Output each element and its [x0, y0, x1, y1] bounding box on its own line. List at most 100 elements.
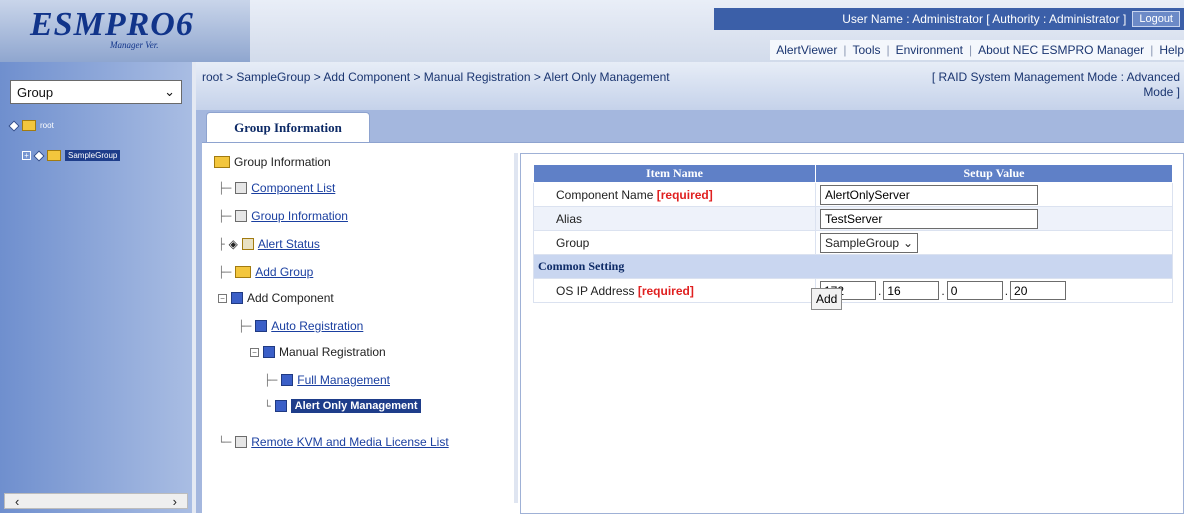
splitter[interactable]: [514, 153, 518, 503]
nav-group-information[interactable]: ├─ Group Information: [218, 209, 348, 223]
os-ip-cell: . . .: [815, 278, 1173, 303]
folder-icon: [22, 120, 36, 131]
tab-group-information[interactable]: Group Information: [206, 112, 370, 142]
group-select-dropdown[interactable]: SampleGroup ⌄: [820, 232, 919, 253]
component-name-cell: [815, 182, 1173, 207]
status-diamond-icon: ◈: [228, 237, 238, 251]
raid-mode-line2: Mode ]: [1143, 85, 1180, 99]
nav-group-information-link[interactable]: Group Information: [251, 209, 348, 223]
top-menu: AlertViewer | Tools | Environment | Abou…: [770, 40, 1184, 60]
nav-root[interactable]: Group Information: [214, 155, 331, 169]
nav-remote-kvm-link[interactable]: Remote KVM and Media License List: [251, 435, 448, 449]
nav-add-group[interactable]: ├─ Add Group: [218, 265, 313, 279]
sidebar-tree-samplegroup[interactable]: + SampleGroup: [22, 149, 121, 162]
nav-alert-status-link[interactable]: Alert Status: [258, 237, 320, 251]
tree-line: ├─: [218, 181, 232, 195]
col-item-name: Item Name: [533, 164, 816, 183]
menu-tools[interactable]: Tools: [852, 43, 880, 57]
sidebar-root-label: root: [40, 121, 54, 130]
menu-separator: |: [886, 43, 890, 57]
registration-form-table: Item Name Setup Value Component Name [re…: [533, 164, 1173, 303]
tree-line: ├─: [264, 373, 278, 387]
nav-auto-registration-link[interactable]: Auto Registration: [271, 319, 363, 333]
menu-separator: |: [1150, 43, 1154, 57]
group-select-value: SampleGroup: [825, 235, 900, 250]
logout-button[interactable]: Logout: [1132, 11, 1180, 27]
nav-remote-kvm[interactable]: └─ Remote KVM and Media License List: [218, 435, 449, 449]
logo: ESMPRO6: [30, 6, 194, 43]
nav-add-component[interactable]: − Add Component: [218, 291, 334, 305]
scroll-right-icon[interactable]: ›: [173, 494, 177, 509]
section-row: Common Setting: [533, 254, 1173, 279]
add-button[interactable]: Add: [811, 288, 843, 310]
ip-dot: .: [878, 283, 882, 298]
nav-alert-only-management[interactable]: └ Alert Only Management: [264, 399, 422, 413]
form-panel: Item Name Setup Value Component Name [re…: [520, 153, 1184, 514]
nav-component-list-link[interactable]: Component List: [251, 181, 335, 195]
folder-icon: [214, 156, 230, 168]
alias-input[interactable]: [820, 208, 1038, 229]
col-setup-value: Setup Value: [815, 164, 1173, 183]
ip-octet-3[interactable]: [946, 281, 1003, 300]
folder-icon: [47, 150, 61, 161]
menu-help[interactable]: Help: [1159, 43, 1184, 57]
nav-full-management-link[interactable]: Full Management: [297, 373, 390, 387]
menu-separator: |: [968, 43, 973, 57]
os-ip-text: OS IP Address: [556, 283, 635, 298]
component-icon: [231, 292, 243, 304]
chevron-down-icon: ⌄: [164, 84, 175, 99]
main-panel: Group Information ├─ Component List ├─ G…: [202, 142, 1184, 514]
logo-subtitle: Manager Ver.: [110, 40, 159, 50]
ip-dot: .: [941, 283, 945, 298]
nav-component-list[interactable]: ├─ Component List: [218, 181, 335, 195]
menu-alertviewer[interactable]: AlertViewer: [776, 43, 837, 57]
breadcrumb[interactable]: root > SampleGroup > Add Component > Man…: [202, 70, 670, 84]
component-name-input[interactable]: [820, 184, 1038, 205]
user-info: User Name : Administrator [ Authority : …: [842, 12, 1127, 26]
nav-alert-only-management-label: Alert Only Management: [290, 399, 422, 413]
nav-root-label: Group Information: [234, 155, 331, 169]
common-setting-header: Common Setting: [533, 254, 1173, 279]
nav-add-group-link[interactable]: Add Group: [255, 265, 313, 279]
group-label: Group: [533, 230, 816, 255]
required-tag: [required]: [656, 187, 713, 202]
nav-manual-registration[interactable]: − Manual Registration: [250, 345, 386, 359]
component-name-label: Component Name [required]: [533, 182, 816, 207]
table-row: Group SampleGroup ⌄: [533, 230, 1173, 255]
group-select-value: Group: [17, 84, 54, 100]
page-icon: [235, 210, 248, 222]
tree-line: └: [264, 399, 271, 413]
nav-auto-registration[interactable]: ├─ Auto Registration: [238, 319, 363, 333]
nav-full-management[interactable]: ├─ Full Management: [264, 373, 390, 387]
ip-octet-2[interactable]: [883, 281, 940, 300]
collapse-icon[interactable]: −: [218, 293, 227, 303]
breadcrumb-area: root > SampleGroup > Add Component > Man…: [196, 62, 1184, 110]
sidebar: Group ⌄ root + SampleGroup ‹ ›: [0, 62, 196, 513]
status-diamond-icon: [33, 149, 45, 162]
menu-about[interactable]: About NEC ESMPRO Manager: [978, 43, 1144, 57]
component-icon: [255, 320, 268, 332]
tree-line: ├─: [238, 319, 252, 333]
menu-environment[interactable]: Environment: [896, 43, 963, 57]
scroll-left-icon[interactable]: ‹: [15, 494, 19, 509]
group-select[interactable]: Group ⌄: [10, 80, 182, 104]
tree-line: ├─: [218, 209, 232, 223]
collapse-icon[interactable]: −: [250, 347, 259, 357]
page-icon: [235, 182, 248, 194]
expand-icon[interactable]: +: [22, 151, 31, 160]
nav-add-component-label: Add Component: [247, 291, 334, 305]
component-icon: [281, 374, 294, 386]
sidebar-samplegroup-label: SampleGroup: [65, 150, 121, 161]
logo-band: ESMPRO6 Manager Ver.: [0, 0, 250, 62]
sidebar-scrollbar[interactable]: ‹ ›: [4, 493, 188, 509]
ip-octet-4[interactable]: [1010, 281, 1067, 300]
ip-address-field: . . .: [820, 281, 1168, 300]
user-bar: User Name : Administrator [ Authority : …: [714, 8, 1184, 30]
sidebar-tree-root[interactable]: root: [8, 119, 54, 132]
alert-icon: [241, 238, 254, 250]
nav-alert-status[interactable]: ├ ◈ Alert Status: [218, 237, 320, 251]
table-row: Alias: [533, 206, 1173, 231]
chevron-down-icon: ⌄: [903, 235, 914, 250]
alias-cell: [815, 206, 1173, 231]
ip-dot: .: [1004, 283, 1009, 298]
